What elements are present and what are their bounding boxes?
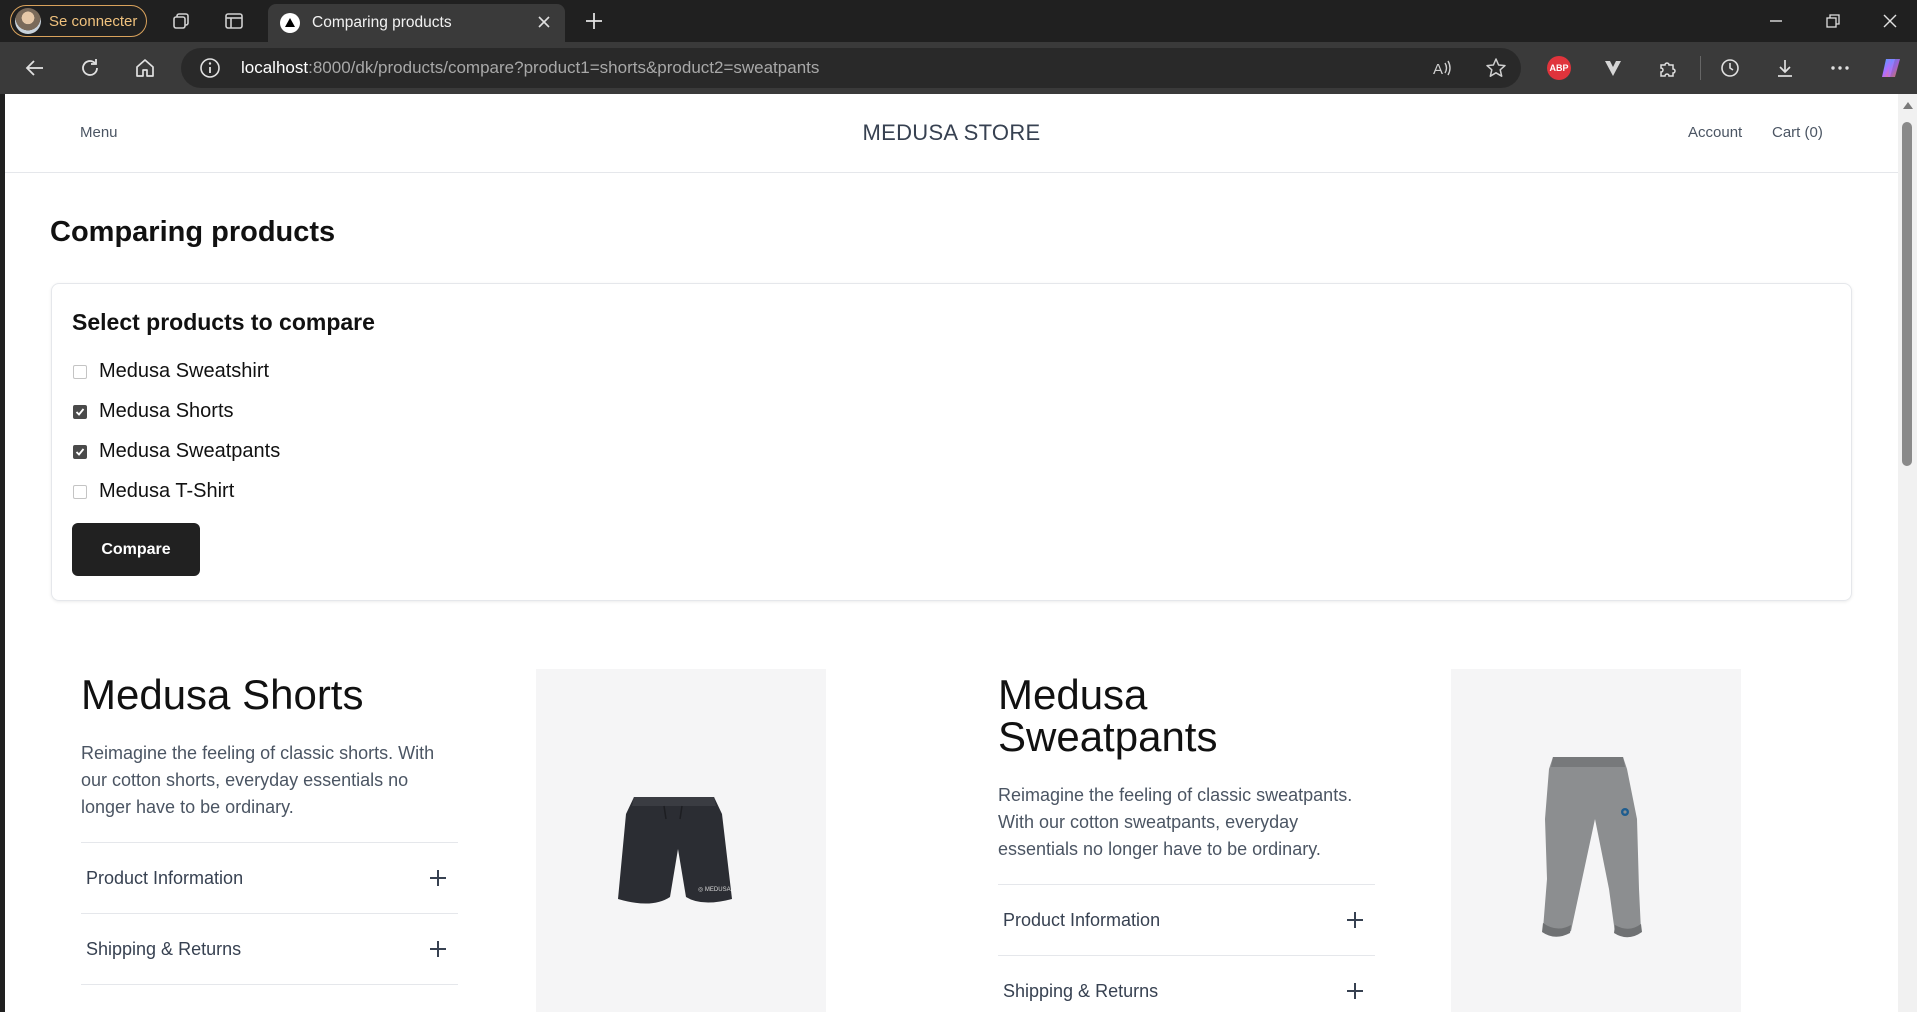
scroll-up-arrow-icon[interactable] <box>1903 102 1913 109</box>
product-description: Reimagine the feeling of classic shorts.… <box>81 743 435 817</box>
plus-icon[interactable] <box>430 870 446 886</box>
plus-icon[interactable] <box>1347 912 1363 928</box>
account-link[interactable]: Account <box>1688 124 1742 141</box>
svg-text:◎ MEDUSA: ◎ MEDUSA <box>698 887 731 893</box>
option-medusa-tshirt[interactable]: Medusa T-Shirt <box>73 480 234 503</box>
avatar <box>15 8 41 34</box>
browser-toolbar: localhost:8000/dk/products/compare?produ… <box>0 42 1917 94</box>
accordion-label: Shipping & Returns <box>86 938 242 959</box>
browser-titlebar: Se connecter Comparing products <box>0 0 1917 42</box>
product-accordion: Product Information Shipping & Returns <box>81 842 458 985</box>
accordion-product-information[interactable]: Product Information <box>998 885 1375 956</box>
option-label: Medusa Shorts <box>99 400 234 422</box>
profile-button[interactable]: Se connecter <box>10 5 147 37</box>
option-label: Medusa Sweatshirt <box>99 360 270 382</box>
workspaces-icon[interactable] <box>169 9 193 33</box>
accordion-shipping-returns[interactable]: Shipping & Returns <box>998 956 1375 1012</box>
home-icon[interactable] <box>131 54 159 82</box>
compare-button[interactable]: Compare <box>72 523 200 576</box>
page-viewport: Menu MEDUSA STORE Account Cart (0) Compa… <box>5 94 1898 1012</box>
close-window-icon[interactable] <box>1879 10 1901 32</box>
store-brand-link[interactable]: MEDUSA STORE <box>5 120 1898 146</box>
restore-icon[interactable] <box>1822 10 1844 32</box>
checkmark-icon <box>75 447 85 456</box>
read-aloud-icon[interactable]: A <box>1431 57 1453 84</box>
history-icon[interactable] <box>1716 54 1744 82</box>
site-info-icon[interactable] <box>199 57 221 84</box>
product-image-sweatpants[interactable] <box>1451 669 1741 1012</box>
nextjs-favicon-icon <box>280 13 300 33</box>
url-path: :8000/dk/products/compare?product1=short… <box>308 58 820 77</box>
product-column-shorts: Medusa Shorts Reimagine the feeling of c… <box>81 674 458 985</box>
tab-comparing-products[interactable]: Comparing products <box>268 4 565 42</box>
svg-text:A: A <box>1433 61 1443 78</box>
page-title: Comparing products <box>50 216 336 248</box>
plus-icon[interactable] <box>430 941 446 957</box>
plus-icon[interactable] <box>1347 983 1363 999</box>
extension-v-icon[interactable] <box>1599 54 1627 82</box>
accordion-label: Shipping & Returns <box>1003 980 1159 1001</box>
page-scrollbar[interactable] <box>1898 94 1917 1012</box>
option-label: Medusa T-Shirt <box>99 480 235 502</box>
accordion-shipping-returns[interactable]: Shipping & Returns <box>81 914 458 985</box>
minimize-icon[interactable] <box>1765 10 1787 32</box>
shorts-image: ◎ MEDUSA <box>618 797 732 904</box>
cart-link[interactable]: Cart (0) <box>1772 124 1823 141</box>
profile-label: Se connecter <box>49 12 138 30</box>
adblock-plus-icon[interactable]: ABP <box>1547 56 1571 80</box>
abp-label: ABP <box>1549 63 1569 73</box>
refresh-icon[interactable] <box>76 54 104 82</box>
accordion-label: Product Information <box>86 867 244 888</box>
product-accordion: Product Information Shipping & Returns <box>998 884 1375 1012</box>
checkmark-icon <box>75 407 85 416</box>
option-medusa-sweatshirt[interactable]: Medusa Sweatshirt <box>73 360 269 383</box>
product-name: Medusa Shorts <box>81 671 364 718</box>
toolbar-divider <box>1700 56 1701 80</box>
site-header: Menu MEDUSA STORE Account Cart (0) <box>5 94 1898 173</box>
scrollbar-thumb[interactable] <box>1902 122 1912 466</box>
back-icon[interactable] <box>21 54 49 82</box>
checkbox-checked[interactable] <box>73 444 87 459</box>
product-column-sweatpants: Medusa Sweatpants Reimagine the feeling … <box>998 674 1375 1012</box>
option-medusa-shorts[interactable]: Medusa Shorts <box>73 400 234 423</box>
checkbox-unchecked[interactable] <box>73 484 87 499</box>
product-select-card: Select products to compare Medusa Sweats… <box>51 283 1852 601</box>
address-bar[interactable]: localhost:8000/dk/products/compare?produ… <box>181 48 1521 88</box>
downloads-icon[interactable] <box>1771 54 1799 82</box>
url-host: localhost <box>241 58 309 77</box>
product-name: Medusa Sweatpants <box>998 671 1218 760</box>
extensions-icon[interactable] <box>1654 54 1682 82</box>
select-products-heading: Select products to compare <box>72 309 375 335</box>
tab-actions-icon[interactable] <box>222 9 246 33</box>
option-label: Medusa Sweatpants <box>99 440 281 462</box>
product-image-shorts[interactable]: ◎ MEDUSA <box>536 669 826 1012</box>
favorite-star-icon[interactable] <box>1485 57 1507 84</box>
product-description: Reimagine the feeling of classic sweatpa… <box>998 785 1353 859</box>
copilot-icon[interactable] <box>1878 54 1906 82</box>
checkbox-unchecked[interactable] <box>73 364 87 379</box>
new-tab-icon[interactable] <box>582 9 606 33</box>
close-tab-icon[interactable] <box>535 13 553 36</box>
accordion-label: Product Information <box>1003 909 1161 930</box>
sweatpants-image <box>1542 757 1642 938</box>
accordion-product-information[interactable]: Product Information <box>81 843 458 914</box>
more-options-icon[interactable] <box>1826 54 1854 82</box>
tab-title: Comparing products <box>312 14 452 31</box>
checkbox-checked[interactable] <box>73 404 87 419</box>
option-medusa-sweatpants[interactable]: Medusa Sweatpants <box>73 440 280 463</box>
